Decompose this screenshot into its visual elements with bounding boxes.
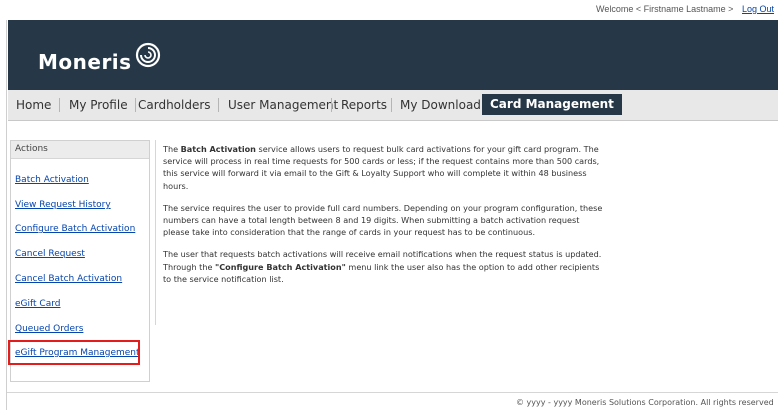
configure-batch-activation-emphasis: "Configure Batch Activation" xyxy=(215,261,346,272)
intro-paragraph: The Batch Activation service allows user… xyxy=(163,144,600,191)
sidebar-item-queued-orders[interactable]: Queued Orders xyxy=(15,324,83,334)
main-navigation: Home My Profile Cardholders User Managem… xyxy=(8,90,778,121)
sidebar-item-cancel-request[interactable]: Cancel Request xyxy=(15,249,85,259)
nav-my-download[interactable]: My Download xyxy=(400,90,481,120)
sidebar-item-batch-activation[interactable]: Batch Activation xyxy=(15,175,89,185)
logo-wordmark: Moneris xyxy=(38,50,132,74)
nav-user-management[interactable]: User Management xyxy=(228,90,338,120)
copyright-text: © yyyy - yyyy Moneris Solutions Corporat… xyxy=(516,398,774,407)
nav-my-profile[interactable]: My Profile xyxy=(69,90,128,120)
content-divider xyxy=(155,140,156,325)
logout-link[interactable]: Log Out xyxy=(742,4,774,14)
highlight-box xyxy=(8,340,140,365)
sidebar-item-view-request-history[interactable]: View Request History xyxy=(15,200,111,210)
sidebar-item-cancel-batch-activation[interactable]: Cancel Batch Activation xyxy=(15,274,122,284)
requirements-paragraph: The service requires the user to provide… xyxy=(163,202,603,238)
nav-cardholders[interactable]: Cardholders xyxy=(138,90,211,120)
moneris-swirl-icon xyxy=(135,42,160,68)
batch-activation-emphasis: Batch Activation xyxy=(180,144,256,154)
nav-reports[interactable]: Reports xyxy=(341,90,387,120)
notifications-paragraph: The user that requests batch activations… xyxy=(163,249,602,284)
nav-separator xyxy=(59,98,60,112)
page-border xyxy=(6,20,7,410)
nav-separator xyxy=(391,98,392,112)
nav-separator xyxy=(331,98,332,112)
nav-separator xyxy=(218,98,219,112)
nav-card-management[interactable]: Card Management xyxy=(482,94,622,115)
footer-divider xyxy=(7,392,778,393)
nav-home[interactable]: Home xyxy=(16,90,51,120)
site-header: Moneris xyxy=(8,20,778,90)
nav-separator xyxy=(135,98,136,112)
main-content: The Batch Activation service allows user… xyxy=(163,143,603,295)
moneris-logo[interactable]: Moneris xyxy=(38,42,164,74)
welcome-text: Welcome < Firstname Lastname > xyxy=(596,4,734,14)
top-utility-bar: Welcome < Firstname Lastname > Log Out xyxy=(0,0,778,20)
sidebar-item-configure-batch-activation[interactable]: Configure Batch Activation xyxy=(15,224,135,234)
sidebar-item-egift-card[interactable]: eGift Card xyxy=(15,299,60,309)
sidebar-title: Actions xyxy=(11,141,149,159)
